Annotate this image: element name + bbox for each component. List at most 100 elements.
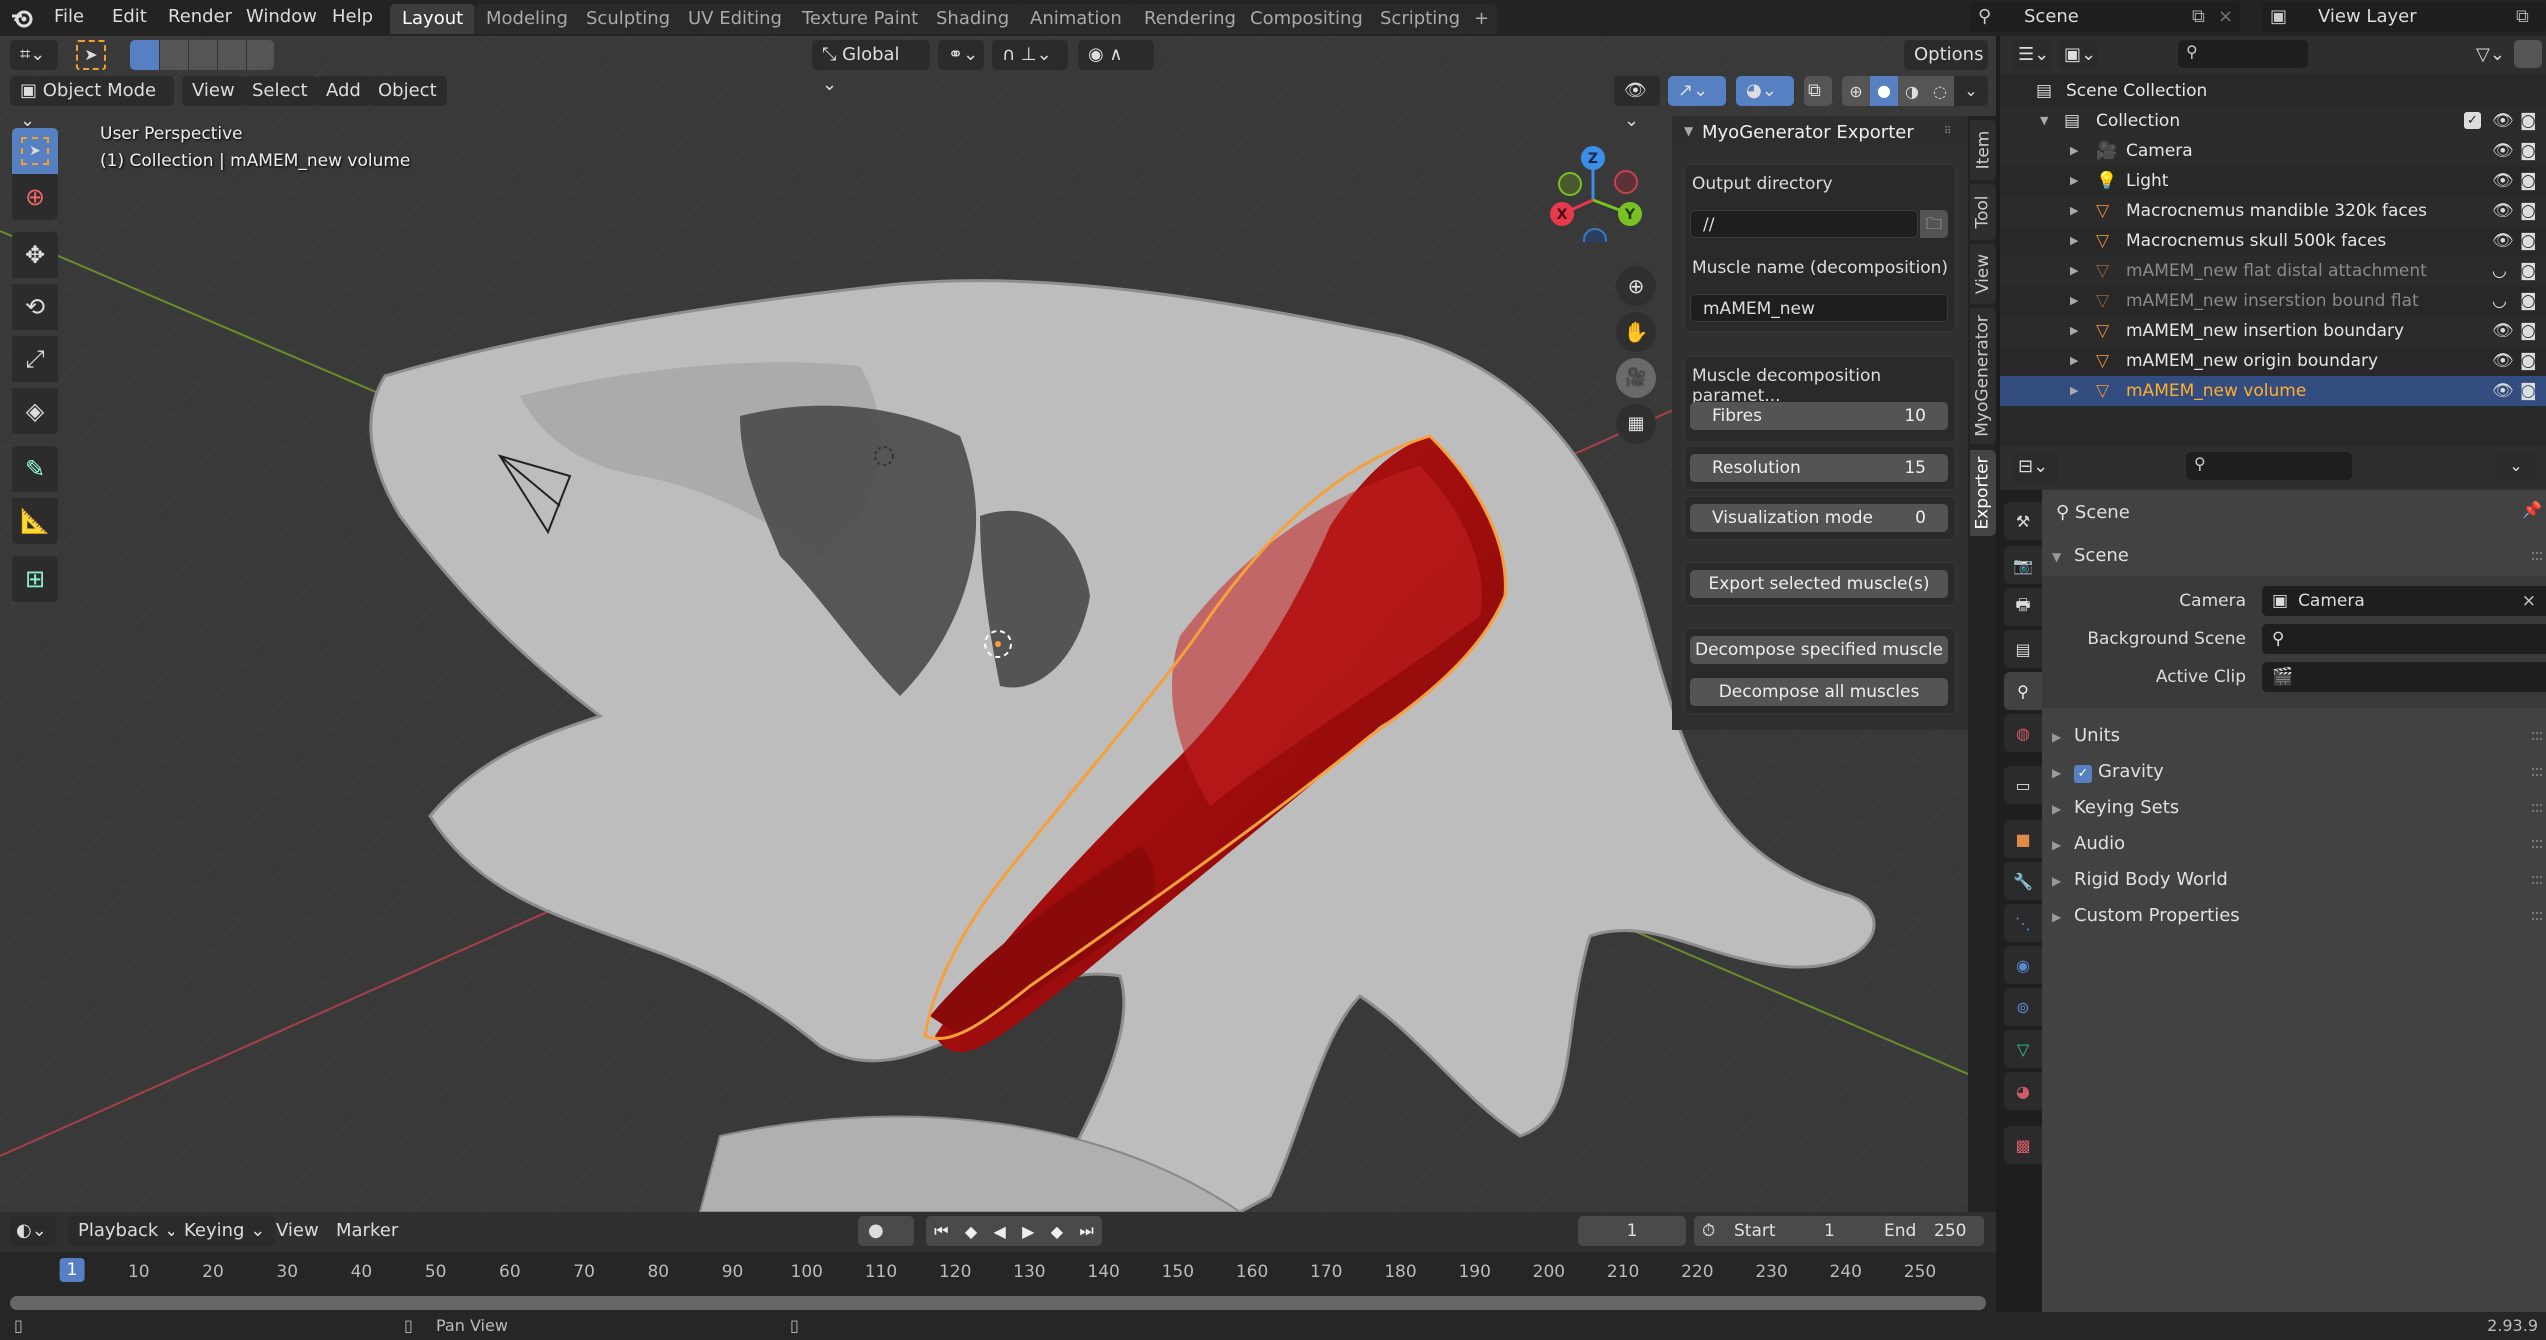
select-tool-icon[interactable]: ➤	[76, 40, 106, 70]
render-camera-icon[interactable]: ◙	[2520, 316, 2537, 346]
resolution-field[interactable]: Resolution 15	[1690, 454, 1948, 482]
proportional-edit-toggle[interactable]: ◉ ∧	[1078, 40, 1154, 70]
visibility-dropdown[interactable]: 👁⌄	[1614, 76, 1660, 131]
folder-browse-icon[interactable]: 🗀	[1920, 210, 1948, 238]
menu-view[interactable]: View	[266, 1216, 329, 1246]
shading-options-icon[interactable]: ⌄	[1954, 76, 1988, 106]
outliner-item[interactable]: ▶ 💡 Light 👁 ◙	[2000, 166, 2546, 196]
section-rigid-body-world[interactable]: ▶ Rigid Body World	[2052, 864, 2228, 896]
menu-edit[interactable]: Edit	[104, 0, 155, 34]
render-camera-icon[interactable]: ◙	[2520, 256, 2537, 286]
pan-view-icon[interactable]: ✋	[1616, 312, 1656, 352]
render-camera-icon[interactable]: ◙	[2520, 196, 2537, 226]
expand-icon[interactable]: ▶	[2070, 166, 2078, 196]
pin-icon[interactable]: 📌	[2522, 500, 2542, 519]
add-workspace-button[interactable]: +	[1466, 4, 1498, 34]
outliner-item[interactable]: ▶ ▽ mAMEM_new flat distal attachment ◡ ◙	[2000, 256, 2546, 286]
start-value[interactable]: 1	[1824, 1216, 1835, 1246]
snap-toggle[interactable]: ∩ ⊥⌄	[992, 40, 1068, 70]
eye-icon[interactable]: 👁	[2492, 196, 2514, 226]
active-clip-field[interactable]: 🎬	[2262, 662, 2546, 692]
sidebar-tab-view[interactable]: View	[1970, 244, 1996, 304]
tool-transform[interactable]: ◈	[12, 388, 58, 434]
menu-render[interactable]: Render	[160, 0, 240, 34]
visualization-mode-field[interactable]: Visualization mode 0	[1690, 504, 1948, 532]
jump-end-icon[interactable]: ⏭	[1079, 1221, 1093, 1241]
tool-cursor[interactable]: ⊕	[12, 174, 58, 220]
outliner-item[interactable]: ▶ 🎥 Camera 👁 ◙	[2000, 136, 2546, 166]
panel-header[interactable]: ▼ MyoGenerator Exporter ⠿	[1672, 116, 1968, 150]
muscle-name-field[interactable]: mAMEM_new	[1690, 294, 1948, 322]
new-view-layer-icon[interactable]: ⧉	[2516, 2, 2529, 32]
options-dropdown[interactable]: Options ⌄	[1904, 40, 1988, 95]
expand-icon[interactable]: ▶	[2070, 376, 2078, 406]
render-camera-icon[interactable]: ◙	[2520, 376, 2537, 406]
tab-collection[interactable]: ▭	[2004, 766, 2042, 804]
section-audio[interactable]: ▶ Audio	[2052, 828, 2125, 860]
overlay-toggle[interactable]: ◕⌄	[1736, 76, 1794, 106]
tab-material[interactable]: ◕	[2004, 1072, 2042, 1110]
current-frame-indicator[interactable]: 1	[59, 1258, 85, 1282]
sidebar-tab-myogenerator[interactable]: MyoGenerator	[1970, 308, 1996, 444]
navigation-gizmo[interactable]: Z X Y	[1540, 132, 1650, 242]
menu-marker[interactable]: Marker	[326, 1216, 408, 1246]
auto-keying-toggle[interactable]: ● ⌄	[858, 1216, 914, 1271]
section-keying-sets[interactable]: ▶ Keying Sets	[2052, 792, 2179, 824]
eye-icon[interactable]: 👁	[2492, 106, 2514, 136]
render-camera-icon[interactable]: ◙	[2520, 136, 2537, 166]
tab-texture-paint[interactable]: Texture Paint	[790, 4, 931, 34]
drag-grip-icon[interactable]	[2532, 876, 2542, 884]
material-shading-icon[interactable]: ◑	[1898, 82, 1926, 101]
render-camera-icon[interactable]: ◙	[2520, 346, 2537, 376]
ortho-toggle-icon[interactable]: ▦	[1616, 404, 1656, 444]
select-subtract-icon[interactable]	[188, 40, 217, 70]
expand-icon[interactable]: ▶	[2070, 346, 2078, 376]
rendered-shading-icon[interactable]: ◌	[1926, 82, 1954, 101]
outliner-item[interactable]: ▶ ▽ mAMEM_new insertion boundary 👁 ◙	[2000, 316, 2546, 346]
jump-start-icon[interactable]: ⏮	[934, 1221, 948, 1241]
clear-icon[interactable]: ×	[2522, 586, 2536, 616]
tool-scale[interactable]: ⤢	[12, 336, 58, 382]
render-camera-icon[interactable]: ◙	[2520, 166, 2537, 196]
drag-grip-icon[interactable]	[2532, 552, 2542, 560]
tab-particles[interactable]: ⋱	[2004, 904, 2042, 942]
xray-toggle[interactable]: ⧉	[1804, 76, 1832, 106]
menu-help[interactable]: Help	[324, 0, 381, 34]
eye-icon[interactable]: 👁	[2492, 376, 2514, 406]
outliner-collection[interactable]: ▼ ▤ Collection ✓ 👁 ◙	[2000, 106, 2546, 136]
tab-world[interactable]: ◍	[2004, 714, 2042, 752]
properties-search[interactable]: ⚲	[2186, 452, 2352, 480]
sidebar-tab-item[interactable]: Item	[1970, 120, 1996, 180]
transform-orientation-dropdown[interactable]: ⤡ Global ⌄	[812, 40, 930, 95]
drag-grip-icon[interactable]	[2532, 912, 2542, 920]
tab-constraints[interactable]: ⊚	[2004, 988, 2042, 1026]
expand-icon[interactable]: ▶	[2070, 196, 2078, 226]
section-units[interactable]: ▶ Units	[2052, 720, 2120, 752]
prev-keyframe-icon[interactable]: ◆	[965, 1222, 977, 1241]
tool-add-cube[interactable]: ⊞	[12, 556, 58, 602]
background-scene-field[interactable]: ⚲	[2262, 624, 2546, 654]
scene-selector[interactable]: ⚲ Scene ⧉ ×	[1970, 2, 2240, 32]
play-reverse-icon[interactable]: ◀	[994, 1222, 1006, 1241]
eye-icon[interactable]: 👁	[2492, 136, 2514, 166]
delete-scene-icon[interactable]: ×	[2218, 2, 2233, 32]
eye-icon[interactable]: 👁	[2492, 346, 2514, 376]
drag-grip-icon[interactable]: ⠿	[1944, 126, 1951, 137]
outliner-item[interactable]: ▶ ▽ Macrocnemus skull 500k faces 👁 ◙	[2000, 226, 2546, 256]
outliner-search[interactable]: ⚲	[2178, 40, 2308, 68]
exclude-checkbox[interactable]: ✓	[2464, 112, 2481, 129]
outliner-editor-type[interactable]: ☰⌄	[2012, 40, 2052, 70]
filter-dropdown[interactable]: ▽⌄	[2470, 40, 2510, 70]
camera-field[interactable]: ▣ Camera ×	[2262, 586, 2546, 616]
stopwatch-icon[interactable]: ⏱	[1702, 1216, 1715, 1246]
tab-render[interactable]: 📷	[2004, 546, 2042, 584]
tab-output[interactable]: 🖶	[2004, 588, 2042, 626]
expand-icon[interactable]: ▶	[2070, 286, 2078, 316]
tab-view-layer[interactable]: ▤	[2004, 630, 2042, 668]
sidebar-tab-exporter[interactable]: Exporter	[1970, 450, 1996, 536]
next-keyframe-icon[interactable]: ◆	[1051, 1222, 1063, 1241]
tool-select-box[interactable]: ➤	[12, 128, 58, 174]
new-collection-icon[interactable]	[2514, 40, 2542, 68]
eye-icon[interactable]: 👁	[2492, 316, 2514, 346]
output-directory-field[interactable]: //	[1690, 210, 1918, 238]
